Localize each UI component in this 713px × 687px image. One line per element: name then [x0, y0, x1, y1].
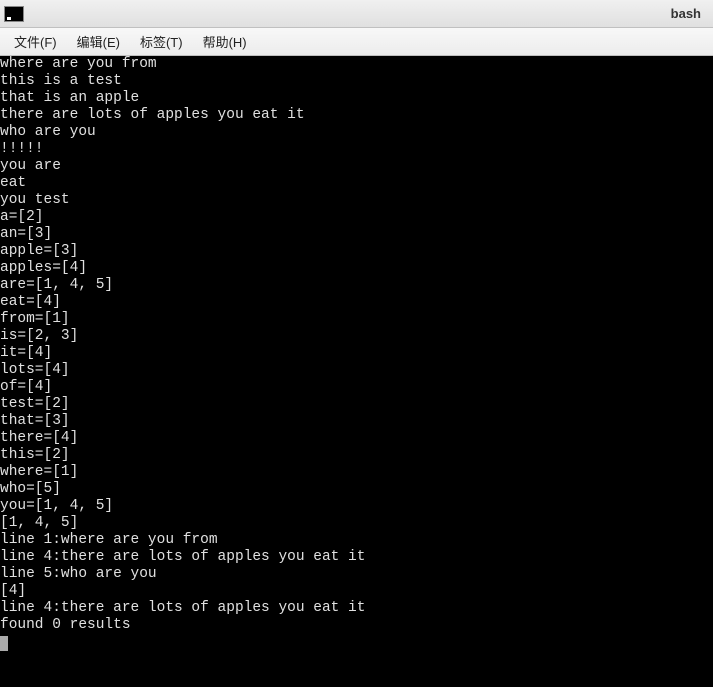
- cursor: [0, 636, 8, 651]
- titlebar: bash: [0, 0, 713, 28]
- terminal-line: found 0 results: [0, 617, 713, 634]
- terminal-line: line 5:who are you: [0, 566, 713, 583]
- terminal-line: apple=[3]: [0, 243, 713, 260]
- terminal-line: !!!!!: [0, 141, 713, 158]
- terminal-line: are=[1, 4, 5]: [0, 277, 713, 294]
- terminal-line: who=[5]: [0, 481, 713, 498]
- terminal-line: an=[3]: [0, 226, 713, 243]
- menu-help[interactable]: 帮助(H): [193, 28, 257, 55]
- menu-tabs[interactable]: 标签(T): [130, 28, 193, 55]
- terminal-line: a=[2]: [0, 209, 713, 226]
- terminal-line: you are: [0, 158, 713, 175]
- terminal-line: eat: [0, 175, 713, 192]
- terminal-line: apples=[4]: [0, 260, 713, 277]
- terminal-line: from=[1]: [0, 311, 713, 328]
- cursor-line: [0, 634, 713, 651]
- terminal-line: is=[2, 3]: [0, 328, 713, 345]
- terminal-line: who are you: [0, 124, 713, 141]
- terminal-line: that is an apple: [0, 90, 713, 107]
- terminal-line: line 4:there are lots of apples you eat …: [0, 549, 713, 566]
- terminal-line: you=[1, 4, 5]: [0, 498, 713, 515]
- terminal-line: of=[4]: [0, 379, 713, 396]
- terminal-line: where=[1]: [0, 464, 713, 481]
- terminal-line: test=[2]: [0, 396, 713, 413]
- terminal-line: this=[2]: [0, 447, 713, 464]
- terminal-icon: [4, 6, 24, 22]
- terminal-line: [1, 4, 5]: [0, 515, 713, 532]
- terminal-output[interactable]: where are you fromthis is a testthat is …: [0, 56, 713, 687]
- terminal-line: there=[4]: [0, 430, 713, 447]
- terminal-line: you test: [0, 192, 713, 209]
- terminal-line: that=[3]: [0, 413, 713, 430]
- terminal-line: there are lots of apples you eat it: [0, 107, 713, 124]
- menu-file[interactable]: 文件(F): [4, 28, 67, 55]
- terminal-line: where are you from: [0, 56, 713, 73]
- terminal-line: this is a test: [0, 73, 713, 90]
- terminal-line: line 4:there are lots of apples you eat …: [0, 600, 713, 617]
- terminal-line: it=[4]: [0, 345, 713, 362]
- titlebar-left: [4, 6, 30, 22]
- menubar: 文件(F) 编辑(E) 标签(T) 帮助(H): [0, 28, 713, 56]
- terminal-line: line 1:where are you from: [0, 532, 713, 549]
- terminal-line: [4]: [0, 583, 713, 600]
- terminal-line: eat=[4]: [0, 294, 713, 311]
- terminal-line: lots=[4]: [0, 362, 713, 379]
- window-title: bash: [671, 6, 709, 21]
- menu-edit[interactable]: 编辑(E): [67, 28, 130, 55]
